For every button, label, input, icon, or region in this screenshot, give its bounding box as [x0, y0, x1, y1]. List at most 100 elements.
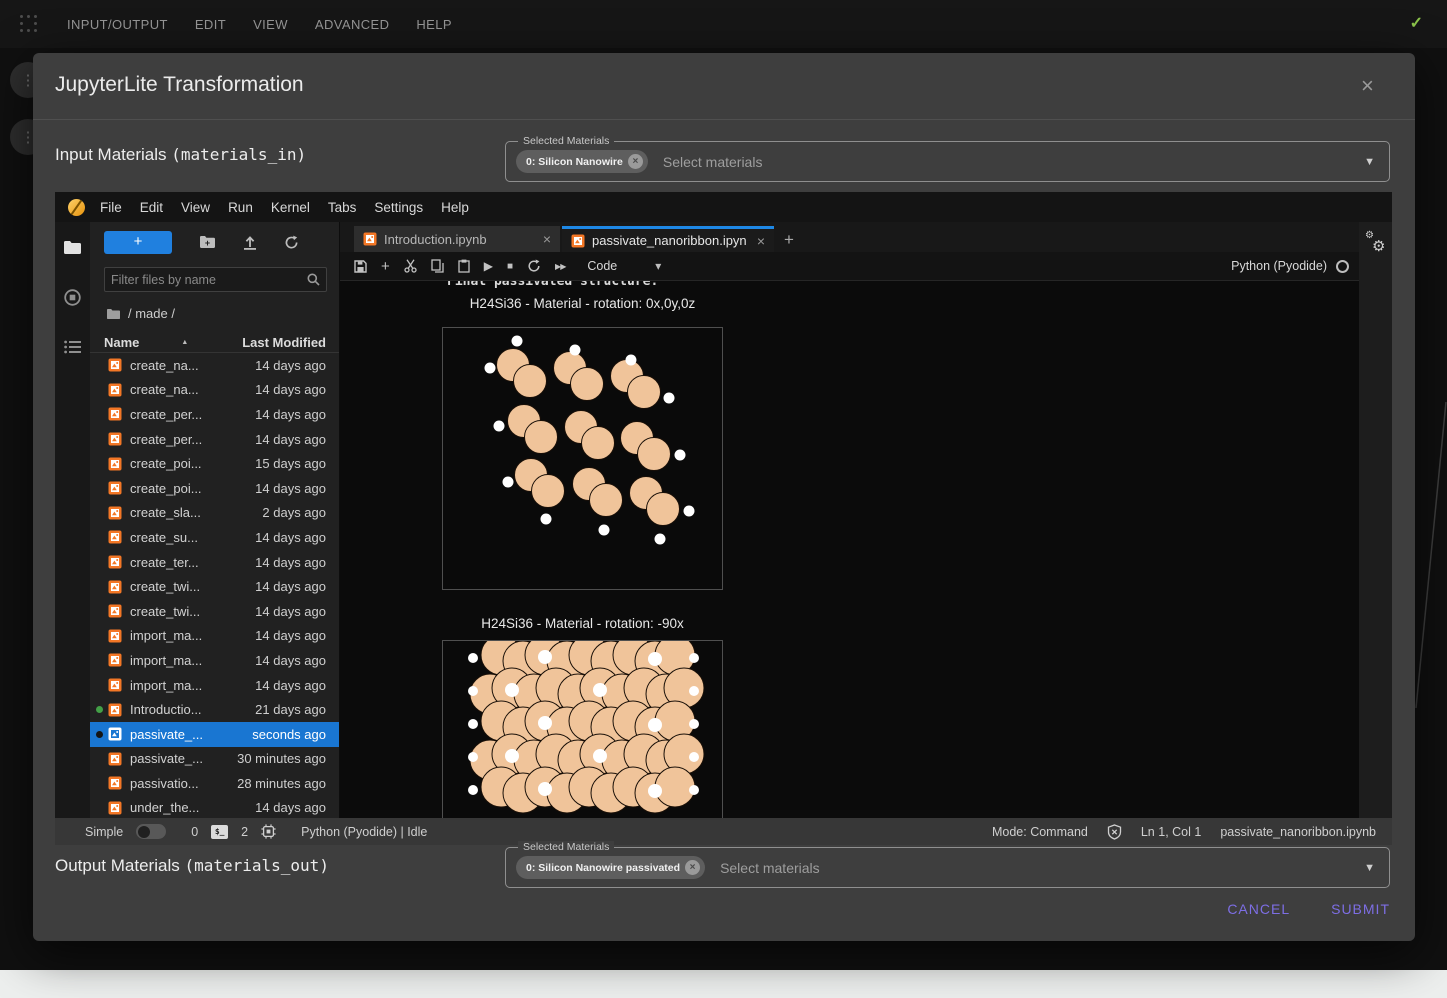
file-row[interactable]: create_twi... 14 days ago	[90, 574, 339, 599]
file-name: create_twi...	[130, 579, 200, 594]
table-of-contents-icon[interactable]	[64, 340, 82, 354]
file-browser-icon[interactable]	[63, 240, 82, 255]
file-row[interactable]: create_su... 14 days ago	[90, 525, 339, 550]
notebook-icon	[108, 555, 122, 569]
tab-passivate-nanoribbon[interactable]: passivate_nanoribbon.ipynb ×	[562, 226, 774, 252]
file-row[interactable]: under_the... 14 days ago	[90, 796, 339, 818]
notebook-main-area: Introduction.ipynb × passivate_nanoribbo…	[340, 222, 1359, 818]
material-chip[interactable]: 0: Silicon Nanowire ×	[516, 150, 648, 173]
kernel-name[interactable]: Python (Pyodide)	[1231, 259, 1327, 273]
simple-mode-toggle[interactable]	[136, 824, 166, 839]
add-tab-icon[interactable]: +	[784, 230, 794, 250]
file-browser-sidebar: + +	[90, 222, 340, 818]
menu-view[interactable]: VIEW	[253, 17, 288, 32]
close-icon[interactable]: ×	[1361, 75, 1374, 97]
jp-menu-run[interactable]: Run	[228, 200, 253, 215]
running-kernels-icon[interactable]	[64, 289, 81, 306]
jp-menu-view[interactable]: View	[181, 200, 210, 215]
submit-button[interactable]: SUBMIT	[1331, 901, 1390, 917]
file-row[interactable]: create_ter... 14 days ago	[90, 550, 339, 575]
file-row[interactable]: create_na... 14 days ago	[90, 378, 339, 403]
file-row[interactable]: create_per... 14 days ago	[90, 402, 339, 427]
file-modified: 2 days ago	[262, 505, 326, 520]
stop-icon[interactable]: ■	[507, 261, 513, 272]
file-row[interactable]: create_per... 14 days ago	[90, 427, 339, 452]
dropdown-arrow-icon[interactable]: ▼	[1364, 156, 1375, 168]
file-modified: 14 days ago	[255, 604, 326, 619]
jupyterlite-panel: File Edit View Run Kernel Tabs Settings …	[55, 192, 1392, 845]
dialog-title: JupyterLite Transformation	[55, 73, 304, 97]
output-materials-select[interactable]: Selected Materials 0: Silicon Nanowire p…	[505, 847, 1390, 888]
notebook-icon	[108, 727, 122, 741]
jp-menu-edit[interactable]: Edit	[140, 200, 163, 215]
refresh-icon[interactable]	[284, 235, 299, 250]
column-header-modified[interactable]: Last Modified	[242, 335, 326, 350]
kernel-activity-dot	[96, 583, 103, 590]
file-row[interactable]: create_poi... 15 days ago	[90, 451, 339, 476]
file-row[interactable]: passivatio... 28 minutes ago	[90, 771, 339, 796]
cell-type-caret-icon[interactable]: ▾	[655, 259, 661, 273]
jp-menu-tabs[interactable]: Tabs	[328, 200, 357, 215]
cut-icon[interactable]	[404, 259, 417, 273]
jp-menu-kernel[interactable]: Kernel	[271, 200, 310, 215]
upload-icon[interactable]	[243, 235, 257, 250]
tab-close-icon[interactable]: ×	[757, 233, 765, 249]
file-row[interactable]: passivate_... 30 minutes ago	[90, 747, 339, 772]
input-materials-select[interactable]: Selected Materials 0: Silicon Nanowire ×…	[505, 141, 1390, 182]
copy-icon[interactable]	[431, 259, 444, 273]
menu-input-output[interactable]: INPUT/OUTPUT	[67, 17, 168, 32]
dialog-header: JupyterLite Transformation ×	[33, 53, 1415, 120]
save-icon[interactable]	[354, 260, 367, 273]
file-name: passivatio...	[130, 776, 199, 791]
file-row[interactable]: import_ma... 14 days ago	[90, 648, 339, 673]
app-top-bar: INPUT/OUTPUT EDIT VIEW ADVANCED HELP ✓	[0, 0, 1447, 48]
jupyterlite-transformation-dialog: JupyterLite Transformation × Input Mater…	[33, 53, 1415, 941]
file-row[interactable]: create_twi... 14 days ago	[90, 599, 339, 624]
file-name: create_na...	[130, 358, 199, 373]
file-modified: 30 minutes ago	[237, 751, 326, 766]
tab-label: Introduction.ipynb	[384, 232, 533, 247]
file-name: create_per...	[130, 407, 202, 422]
tab-bar: Introduction.ipynb × passivate_nanoribbo…	[340, 222, 1359, 252]
notebook-icon	[571, 234, 585, 248]
chip-remove-icon[interactable]: ×	[628, 154, 643, 169]
jupyter-menu-bar: File Edit View Run Kernel Tabs Settings …	[55, 192, 1392, 222]
file-row[interactable]: import_ma... 14 days ago	[90, 624, 339, 649]
notebook-icon	[108, 457, 122, 471]
file-name: under_the...	[130, 800, 199, 815]
jp-menu-help[interactable]: Help	[441, 200, 469, 215]
file-row[interactable]: create_sla... 2 days ago	[90, 501, 339, 526]
chip-remove-icon[interactable]: ×	[685, 860, 700, 875]
jp-menu-settings[interactable]: Settings	[374, 200, 423, 215]
dropdown-arrow-icon[interactable]: ▼	[1364, 862, 1375, 874]
cancel-button[interactable]: CANCEL	[1227, 901, 1290, 917]
menu-advanced[interactable]: ADVANCED	[315, 17, 389, 32]
column-header-name[interactable]: Name	[104, 335, 139, 350]
restart-kernel-icon[interactable]	[527, 259, 541, 273]
insert-cell-icon[interactable]: +	[381, 258, 390, 275]
kernel-activity-dot	[96, 731, 103, 738]
filter-files-input[interactable]	[105, 273, 307, 287]
new-launcher-button[interactable]: +	[104, 231, 172, 254]
tab-close-icon[interactable]: ×	[543, 231, 551, 247]
restart-run-all-icon[interactable]: ▶▶	[555, 262, 565, 271]
kernel-status-text[interactable]: Python (Pyodide) | Idle	[301, 825, 427, 839]
cell-type-select[interactable]: Code	[587, 259, 617, 273]
tab-label: passivate_nanoribbon.ipynb	[592, 233, 747, 248]
menu-help[interactable]: HELP	[416, 17, 452, 32]
file-row[interactable]: create_poi... 14 days ago	[90, 476, 339, 501]
file-row[interactable]: Introductio... 21 days ago	[90, 697, 339, 722]
file-row[interactable]: passivate_... seconds ago	[90, 722, 339, 747]
breadcrumb[interactable]: / made /	[106, 306, 175, 321]
menu-edit[interactable]: EDIT	[195, 17, 226, 32]
material-chip[interactable]: 0: Silicon Nanowire passivated ×	[516, 856, 705, 879]
selected-materials-legend: Selected Materials	[518, 135, 614, 147]
jp-menu-file[interactable]: File	[100, 200, 122, 215]
run-icon[interactable]: ▶	[484, 259, 493, 273]
paste-icon[interactable]	[458, 259, 470, 273]
kernel-chip-icon	[261, 824, 276, 839]
tab-introduction[interactable]: Introduction.ipynb ×	[354, 226, 560, 252]
file-row[interactable]: create_na... 14 days ago	[90, 353, 339, 378]
new-folder-icon[interactable]: +	[199, 235, 216, 249]
file-row[interactable]: import_ma... 14 days ago	[90, 673, 339, 698]
